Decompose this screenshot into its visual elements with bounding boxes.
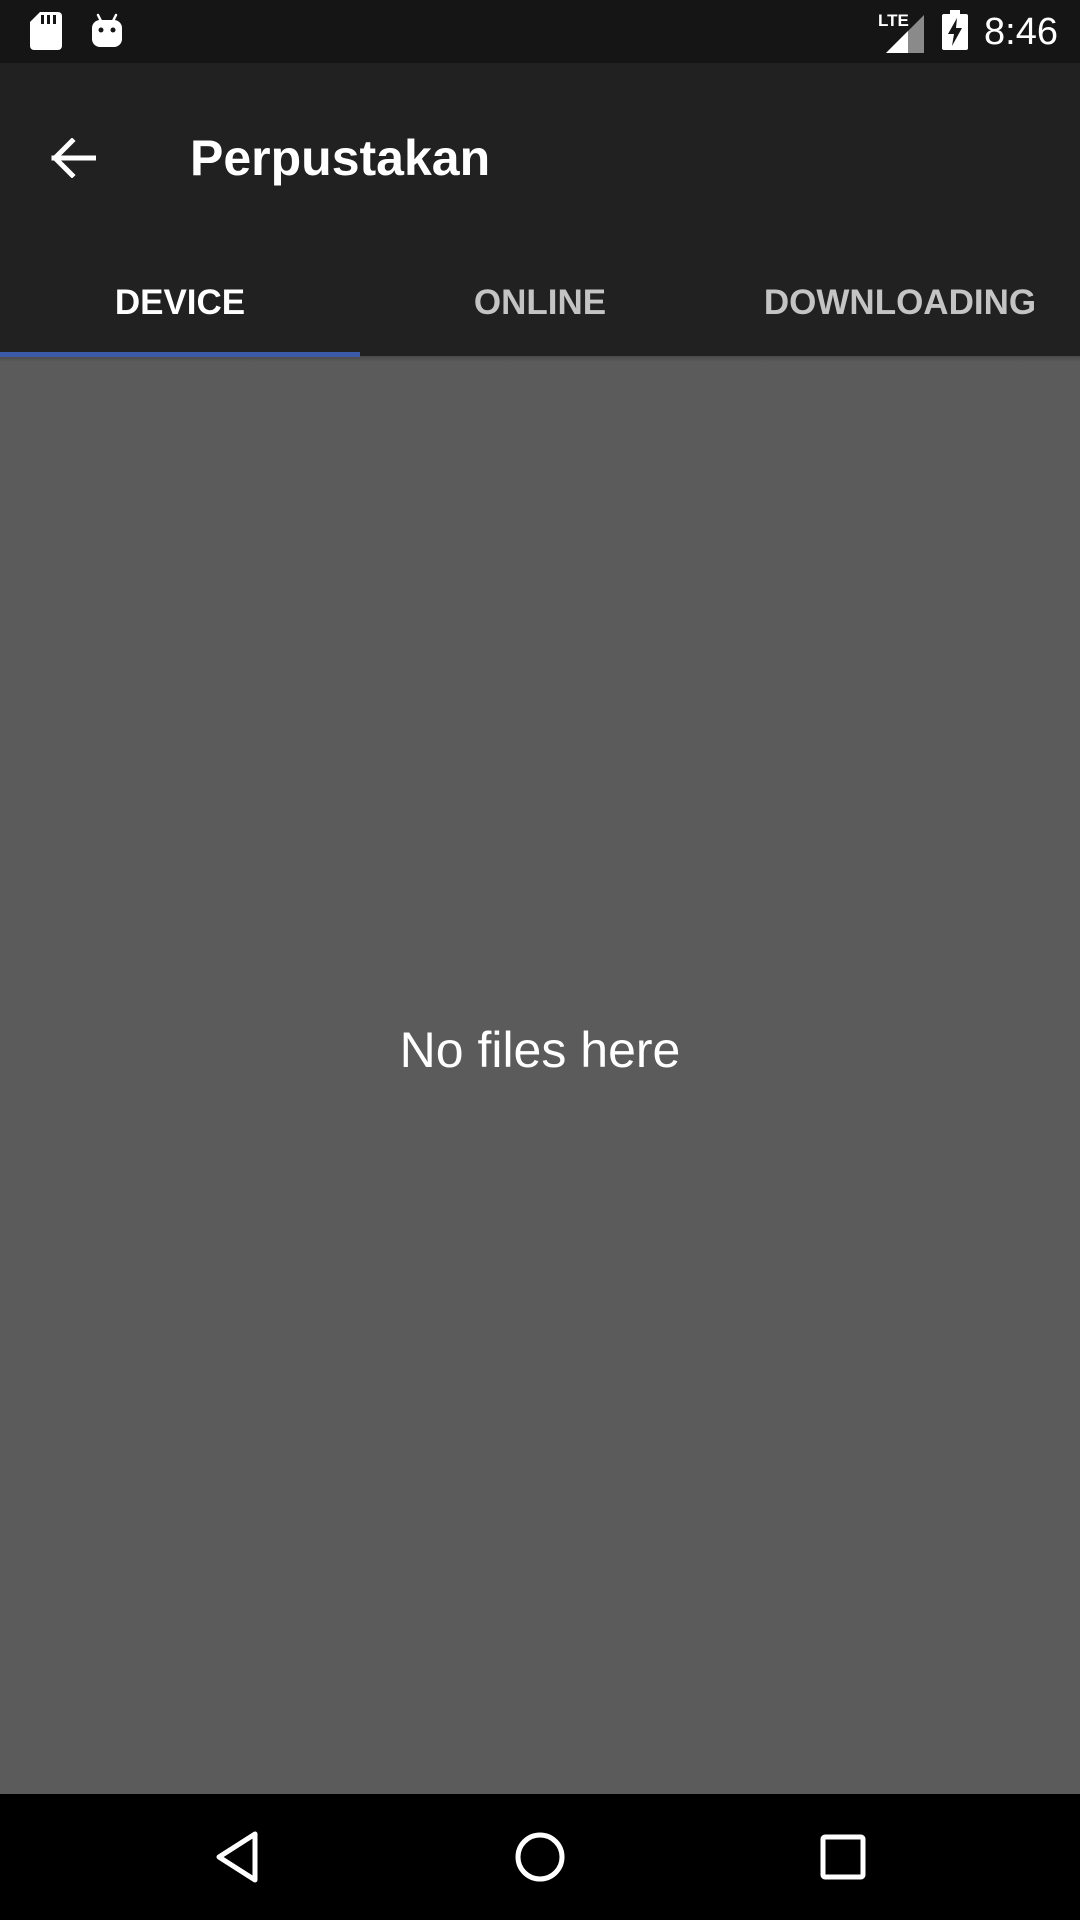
content-area: No files here xyxy=(0,356,1080,1794)
recents-square-icon xyxy=(820,1834,866,1880)
tab-bar: DEVICE ONLINE DOWNLOADING xyxy=(0,250,1080,356)
empty-state-message: No files here xyxy=(399,1022,681,1078)
tab-downloading[interactable]: DOWNLOADING xyxy=(720,250,1080,356)
status-right-icons: LTE 8:46 xyxy=(876,8,1058,56)
back-button[interactable] xyxy=(36,121,110,195)
nav-home-button[interactable] xyxy=(505,1822,575,1892)
nav-recents-button[interactable] xyxy=(808,1822,878,1892)
tab-online[interactable]: ONLINE xyxy=(360,250,720,356)
navigation-bar xyxy=(0,1794,1080,1920)
signal-icon: LTE xyxy=(876,11,926,53)
screen: LTE 8:46 Perpustakan DEVICE ONLINE DOWNL… xyxy=(0,0,1080,1920)
status-left-icons xyxy=(30,12,124,54)
status-time: 8:46 xyxy=(984,10,1058,53)
android-icon xyxy=(90,13,124,53)
home-circle-icon xyxy=(515,1832,565,1882)
nav-back-button[interactable] xyxy=(202,1822,272,1892)
status-bar: LTE 8:46 xyxy=(0,0,1080,63)
battery-charging-icon xyxy=(942,10,969,54)
tab-indicator xyxy=(0,352,360,357)
tab-device[interactable]: DEVICE xyxy=(0,250,360,356)
back-triangle-icon xyxy=(216,1831,258,1883)
app-bar: Perpustakan xyxy=(0,63,1080,250)
page-title: Perpustakan xyxy=(190,130,491,186)
sd-card-icon xyxy=(30,12,62,54)
arrow-back-icon xyxy=(51,138,96,178)
